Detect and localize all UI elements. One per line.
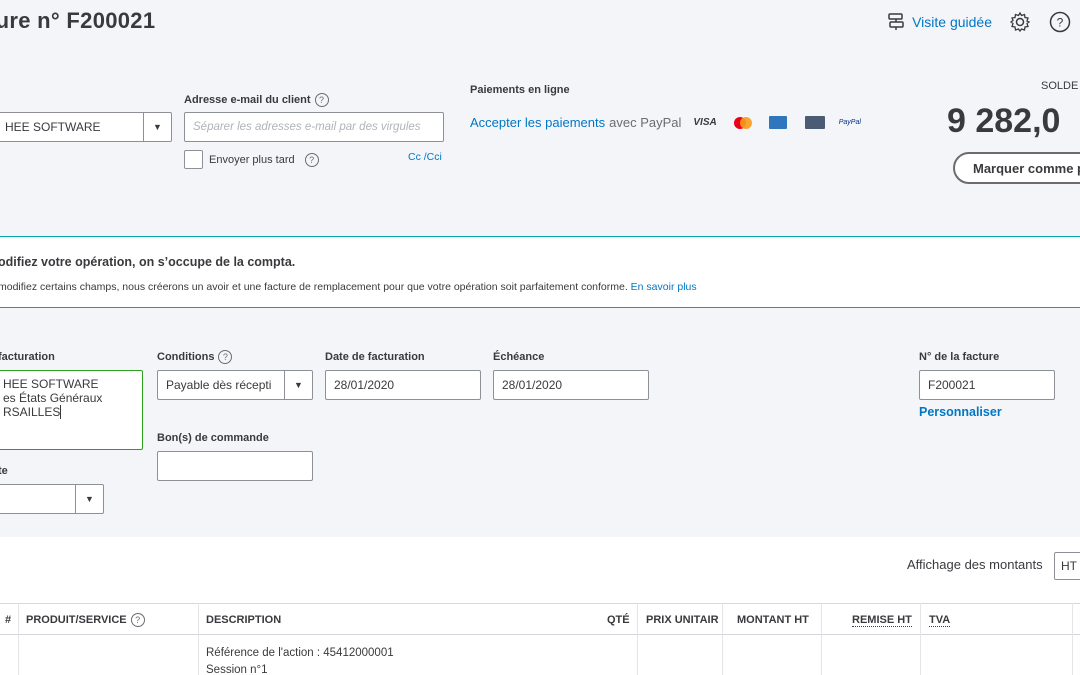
help-icon[interactable]: ?: [130, 613, 145, 627]
amex-icon: [768, 116, 787, 129]
invoice-date-label: Date de facturation: [325, 351, 425, 363]
chevron-down-icon: ▼: [284, 371, 312, 399]
te-label: te: [0, 465, 8, 477]
amounts-display-label: Affichage des montants: [907, 557, 1043, 572]
send-later-label: Envoyer plus tard: [209, 153, 295, 166]
top-actions: Visite guidée ?: [886, 10, 1072, 34]
table-row[interactable]: Référence de l'action : 45412000001 Sess…: [206, 645, 394, 675]
page-title: ture n° F200021: [0, 8, 156, 33]
due-date-input[interactable]: 28/01/2020: [493, 370, 649, 400]
learn-more-link[interactable]: En savoir plus: [631, 281, 697, 293]
invoice-number-input[interactable]: F200021: [919, 370, 1055, 400]
po-input[interactable]: [157, 451, 313, 481]
visa-icon: VISA: [693, 117, 717, 128]
col-product: PRODUIT/SERVICE?: [26, 604, 145, 636]
amounts-display-select[interactable]: HT: [1054, 552, 1080, 580]
chevron-down-icon: ▼: [75, 485, 103, 513]
invoice-date-input[interactable]: 28/01/2020: [325, 370, 481, 400]
notice-title: odifiez votre opération, on s’occupe de …: [0, 255, 296, 269]
billing-address-input[interactable]: HEE SOFTWARE es États Généraux RSAILLES: [0, 370, 143, 450]
accept-payments-link[interactable]: Accepter les paiements: [470, 115, 605, 130]
billing-line: es États Généraux: [3, 391, 103, 405]
online-payments-row: Accepter les paiements avec PayPal VISA …: [470, 115, 861, 130]
help-icon[interactable]: ?: [218, 350, 233, 364]
cc-link[interactable]: Cc /Cci: [408, 151, 442, 163]
signpost-icon: [886, 11, 906, 34]
billing-line: RSAILLES: [3, 405, 62, 419]
svg-text:?: ?: [1057, 16, 1064, 30]
col-divider: [637, 603, 638, 675]
send-later: Envoyer plus tard ?: [184, 150, 319, 169]
te-select[interactable]: ▼: [0, 484, 104, 514]
col-divider: [198, 603, 199, 675]
due-date-label: Échéance: [493, 351, 545, 363]
due-date-value: 28/01/2020: [502, 378, 563, 392]
billing-address-label: facturation: [0, 351, 55, 363]
col-divider: [821, 603, 822, 675]
customize-link[interactable]: Personnaliser: [919, 405, 1002, 419]
invoice-number-value: F200021: [928, 378, 976, 392]
col-divider: [1072, 603, 1073, 675]
customer-select[interactable]: HEE SOFTWARE ▼: [0, 112, 172, 142]
guided-tour-label: Visite guidée: [912, 14, 992, 30]
help-icon[interactable]: ?: [1048, 10, 1072, 34]
po-label: Bon(s) de commande: [157, 432, 269, 444]
invoice-number-label: N° de la facture: [919, 351, 1000, 363]
col-divider: [722, 603, 723, 675]
col-divider: [920, 603, 921, 675]
row-description-line: Référence de l'action : 45412000001: [206, 647, 394, 659]
guided-tour-link[interactable]: Visite guidée: [886, 11, 992, 34]
customer-select-value: HEE SOFTWARE: [5, 120, 101, 134]
col-unit-price: PRIX UNITAIR: [646, 614, 719, 626]
send-later-checkbox[interactable]: [184, 150, 203, 169]
notice-body: modifiez certains champs, nous créerons …: [0, 281, 697, 293]
cb-icon: [804, 116, 825, 129]
balance-label: SOLDE: [1041, 80, 1079, 92]
help-icon[interactable]: ?: [304, 152, 319, 167]
balance-amount: 9 282,0: [947, 102, 1061, 140]
help-icon[interactable]: ?: [314, 93, 329, 107]
col-num: #: [5, 614, 12, 626]
mastercard-icon: [731, 116, 755, 130]
terms-label: Conditions?: [157, 350, 233, 364]
col-description: DESCRIPTION: [206, 614, 282, 626]
amounts-display-value: HT: [1061, 559, 1077, 573]
billing-line: HEE SOFTWARE: [3, 377, 99, 391]
col-discount-ht: REMISE HT: [852, 613, 912, 627]
terms-select[interactable]: Payable dès récepti ▼: [157, 370, 313, 400]
chevron-down-icon: ▼: [143, 113, 171, 141]
col-tva: TVA: [929, 613, 951, 627]
online-payments-title: Paiements en ligne: [470, 84, 570, 96]
terms-value: Payable dès récepti: [166, 378, 272, 392]
col-qty: QTÉ: [607, 614, 630, 626]
email-input[interactable]: Séparer les adresses e-mail par des virg…: [184, 112, 444, 142]
email-placeholder: Séparer les adresses e-mail par des virg…: [193, 121, 421, 133]
paypal-icon: PayPal: [838, 119, 861, 126]
col-divider: [18, 603, 19, 675]
invoice-date-value: 28/01/2020: [334, 378, 395, 392]
gear-icon[interactable]: [1008, 10, 1032, 34]
mark-as-paid-button[interactable]: Marquer comme p: [953, 152, 1080, 184]
row-description-line: Session n°1: [206, 664, 268, 675]
line-items-header: # PRODUIT/SERVICE? DESCRIPTION QTÉ PRIX …: [0, 603, 1080, 635]
notice-banner: odifiez votre opération, on s’occupe de …: [0, 236, 1080, 308]
col-amount-ht: MONTANT HT: [737, 614, 809, 626]
email-label: Adresse e-mail du client?: [184, 93, 329, 107]
with-paypal-text: avec PayPal: [609, 115, 682, 130]
